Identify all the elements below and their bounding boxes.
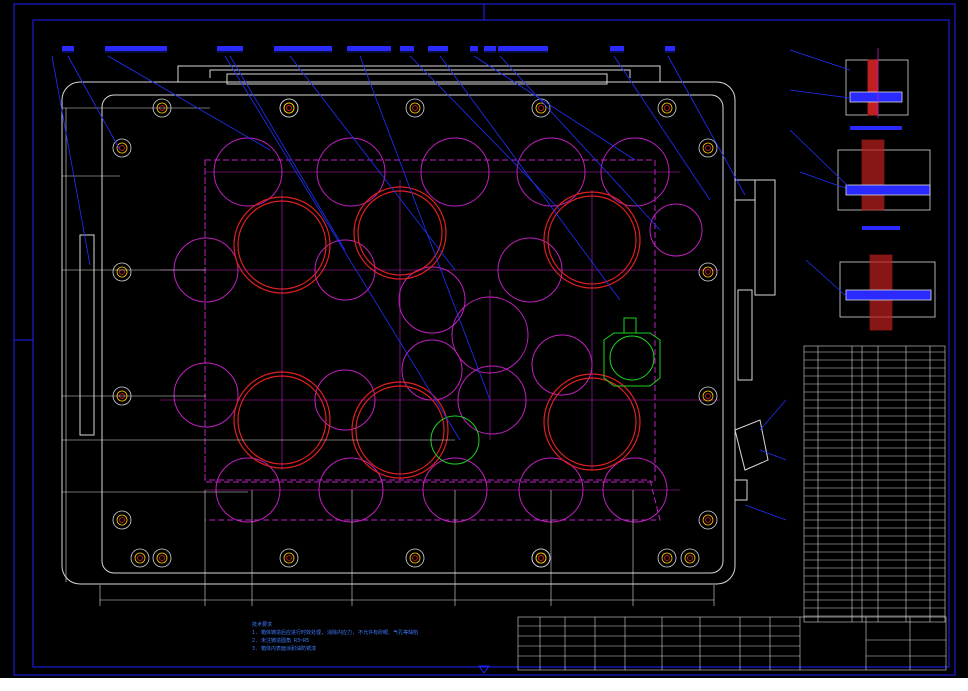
bill-of-materials-table [803,345,946,623]
bolt-hole [680,548,700,568]
part-tag [105,46,167,51]
outer-frame [13,3,956,676]
part-tag [610,46,624,51]
bolt-hole [112,510,132,530]
bolt-hole [698,386,718,406]
part-tag [428,46,448,51]
part-tag [498,46,548,51]
section-label-a [850,126,902,130]
notes-line-3: 3. 箱体内表面涂耐油防锈漆 [252,646,317,652]
part-number-tags [62,46,675,53]
technical-notes: 技术要求 1. 箱体铸造后应进行时效处理, 消除内应力, 不允许有砂眼、气孔等缺… [252,621,512,653]
section-view-b [789,129,931,211]
bolt-hole [698,138,718,158]
bolt-hole [698,510,718,530]
inner-frame [32,19,950,668]
bolt-hole [405,548,425,568]
bolt-hole [279,98,299,118]
bolt-hole [130,548,150,568]
bolt-hole [112,262,132,282]
part-tag [62,46,74,51]
section-view-c [805,254,936,331]
section-label-b [862,226,900,230]
part-tag [400,46,414,51]
title-block [517,616,947,671]
bolt-hole [531,548,551,568]
part-tag [470,46,478,51]
notes-line-2: 2. 未注铸造圆角 R3~R5 [252,638,310,644]
section-view-a [789,48,909,118]
cad-drawing-canvas [13,3,956,676]
part-tag [274,46,332,51]
bolt-hole [657,98,677,118]
part-tag [665,46,675,51]
bolt-hole [279,548,299,568]
internal-boundary [204,159,656,483]
part-tag [347,46,391,51]
part-tag [484,46,496,51]
bearing-bores [173,137,703,523]
bolt-hole [698,262,718,282]
window-status-bar [0,678,968,691]
bolt-hole [657,548,677,568]
casing-outline [61,65,776,585]
notes-line-1: 1. 箱体铸造后应进行时效处理, 消除内应力, 不允许有砂眼、气孔等缺陷 [252,630,419,636]
notes-heading: 技术要求 [252,622,273,628]
part-tag [217,46,243,51]
bolt-hole [405,98,425,118]
bolt-hole [152,548,172,568]
leader-lines [51,55,787,521]
